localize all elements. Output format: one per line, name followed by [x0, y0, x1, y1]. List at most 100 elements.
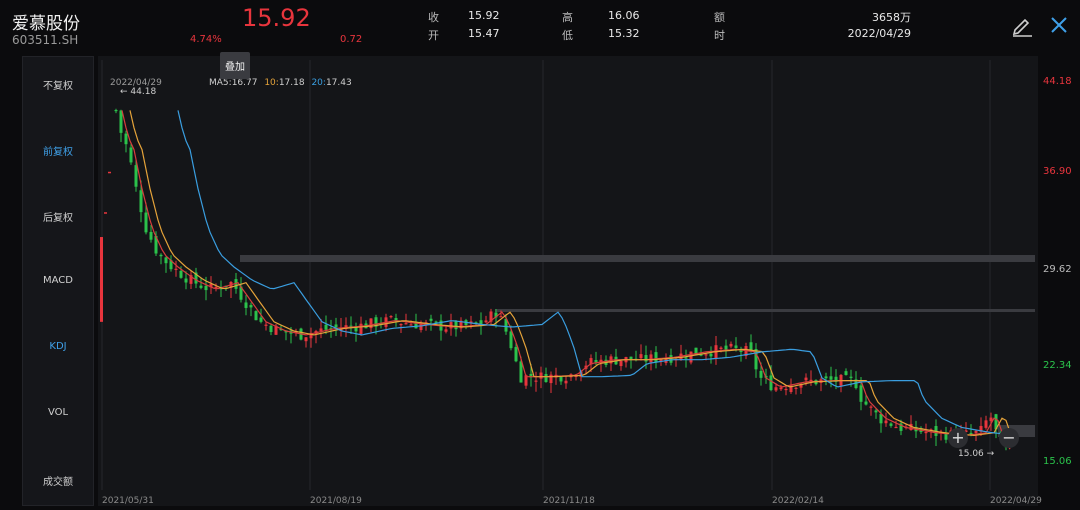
- candle-body: [774, 387, 778, 391]
- candle-body: [139, 190, 143, 213]
- candle-body: [304, 337, 308, 342]
- candle-body: [759, 370, 763, 378]
- candle-body: [354, 327, 358, 332]
- candle-body: [829, 376, 833, 380]
- candle-body: [594, 360, 598, 363]
- candle-body: [644, 355, 648, 362]
- candle-body: [399, 323, 403, 326]
- candle-body: [324, 324, 328, 330]
- candle-body: [484, 320, 488, 323]
- candle-body: [534, 380, 538, 382]
- candle-body: [244, 302, 248, 308]
- candle-body: [884, 420, 888, 424]
- low-marker: 15.06 →: [958, 449, 995, 459]
- candle-body: [319, 328, 323, 332]
- candle-body: [924, 431, 928, 434]
- candle-body: [809, 379, 813, 382]
- candle-body: [719, 347, 723, 349]
- candle-body: [119, 110, 123, 133]
- candle-body: [969, 432, 973, 435]
- candle-body: [654, 352, 658, 363]
- x-tick-label: 2022/02/14: [772, 496, 824, 506]
- candle-body: [114, 109, 118, 112]
- zoom-in-icon[interactable]: +: [948, 428, 968, 448]
- candle-body: [199, 285, 203, 288]
- candle-body: [334, 324, 338, 328]
- candle-body: [849, 376, 853, 378]
- candle-body: [684, 357, 688, 359]
- candle-body: [649, 354, 653, 363]
- candle-body: [559, 376, 563, 382]
- candle-body: [974, 430, 978, 433]
- ma5-line: [121, 110, 1011, 450]
- candle-body: [129, 147, 133, 163]
- candle-body: [429, 318, 433, 321]
- candlestick-chart[interactable]: [0, 0, 1080, 510]
- candle-body: [729, 343, 733, 347]
- candle-body: [254, 311, 258, 321]
- candle-body: [204, 285, 208, 291]
- candle-body: [514, 346, 518, 362]
- candle-body: [419, 324, 423, 331]
- ma10-line: [129, 110, 1011, 437]
- candle-body: [174, 268, 178, 270]
- candle-body: [889, 423, 893, 426]
- candle-body: [669, 355, 673, 363]
- candle-body: [269, 325, 273, 332]
- candle-body: [824, 376, 828, 379]
- candle-body: [709, 353, 713, 357]
- x-tick-label: 2022/04/29: [990, 496, 1042, 506]
- candle-body: [359, 323, 363, 335]
- candle-body: [874, 410, 878, 413]
- x-tick-label: 2021/05/31: [102, 496, 154, 506]
- candle-body: [984, 420, 988, 428]
- candle-body: [544, 374, 548, 383]
- ma5-label: MA5:: [209, 78, 232, 88]
- candle-body: [784, 388, 788, 391]
- x-tick-label: 2021/08/19: [310, 496, 362, 506]
- candle-body: [100, 237, 103, 322]
- y-tick-label: 44.18: [1043, 76, 1072, 87]
- x-tick-label: 2021/11/18: [543, 496, 595, 506]
- y-tick-label: 36.90: [1043, 166, 1072, 177]
- candle-body: [564, 380, 568, 384]
- candle-body: [149, 231, 153, 240]
- reference-band: [495, 309, 1035, 312]
- ma10-value: 17.18: [278, 78, 305, 88]
- candle-body: [704, 354, 708, 356]
- candle-body: [104, 212, 107, 214]
- candle-body: [124, 133, 128, 145]
- candle-body: [404, 323, 408, 325]
- candle-body: [184, 278, 188, 283]
- candle-body: [144, 212, 148, 233]
- high-marker: ← 44.18: [120, 87, 157, 97]
- reference-band: [240, 255, 1035, 262]
- ma10-label: 10:: [264, 78, 279, 88]
- candle-body: [724, 345, 728, 350]
- candle-body: [734, 345, 738, 348]
- candle-body: [389, 316, 393, 318]
- ma20-line: [177, 110, 1011, 435]
- candle-body: [804, 377, 808, 381]
- candle-body: [794, 387, 798, 389]
- candle-body: [259, 317, 263, 322]
- overlay-tooltip[interactable]: 叠加: [220, 52, 250, 79]
- ma20-label: 20:: [311, 78, 326, 88]
- candle-body: [639, 354, 643, 359]
- ma20-value: 17.43: [325, 78, 352, 88]
- candle-body: [864, 401, 868, 405]
- candle-body: [449, 322, 453, 329]
- candle-body: [619, 360, 623, 367]
- candle-body: [844, 371, 848, 375]
- candle-body: [409, 324, 413, 326]
- candle-body: [264, 324, 268, 326]
- candle-body: [859, 385, 863, 402]
- candle-body: [779, 387, 783, 390]
- candle-body: [134, 165, 138, 187]
- candle-body: [894, 426, 898, 429]
- candle-body: [869, 406, 873, 408]
- zoom-out-icon[interactable]: −: [999, 428, 1019, 448]
- y-tick-label: 15.06: [1043, 456, 1072, 467]
- candle-body: [509, 331, 513, 349]
- candle-body: [769, 375, 773, 391]
